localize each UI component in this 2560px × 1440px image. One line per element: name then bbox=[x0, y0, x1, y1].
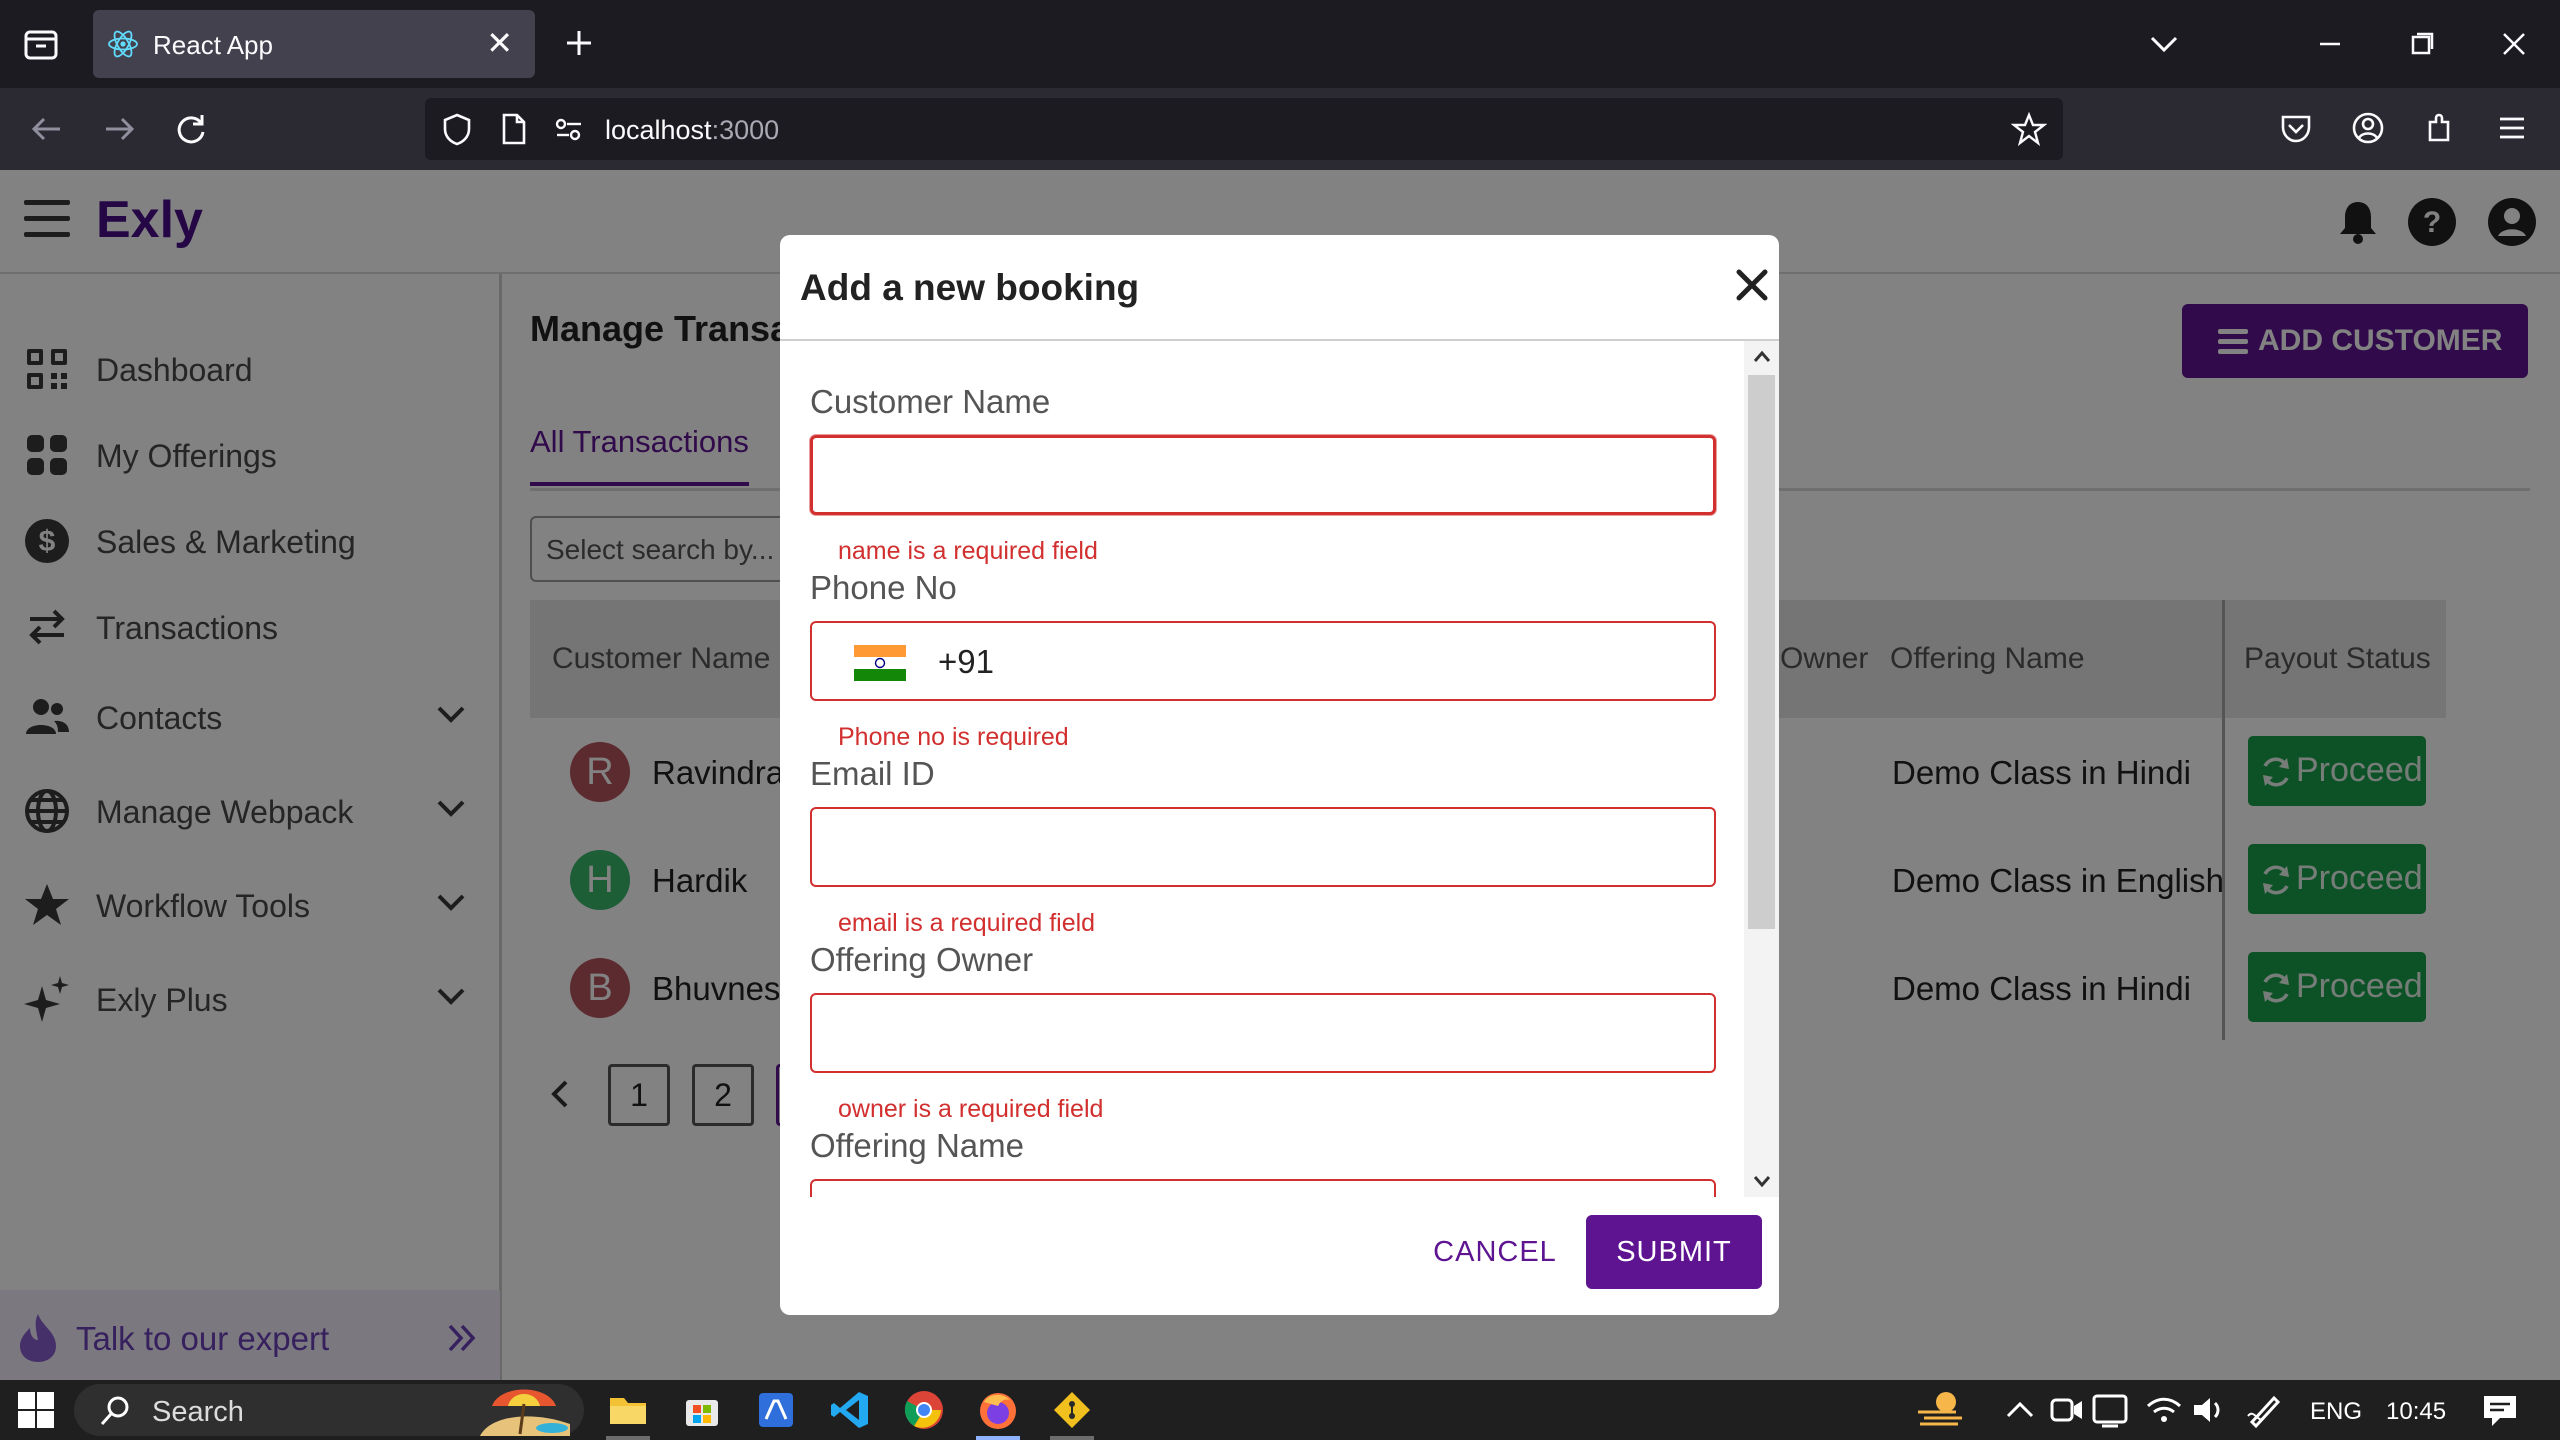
forward-arrow-icon[interactable] bbox=[98, 108, 140, 150]
bookmark-star-icon[interactable] bbox=[2010, 111, 2048, 147]
react-logo-icon bbox=[107, 28, 139, 60]
back-arrow-icon[interactable] bbox=[26, 108, 68, 150]
dialog-form: Customer Name name is a required field P… bbox=[780, 341, 1779, 1197]
search-icon bbox=[98, 1394, 132, 1428]
weather-icon[interactable] bbox=[1916, 1388, 1962, 1432]
browser-navigation-bar: localhost:3000 bbox=[0, 88, 2560, 170]
email-id-error: email is a required field bbox=[838, 909, 1096, 937]
taskbar-search-label: Search bbox=[152, 1396, 244, 1428]
tab-close-icon[interactable]: ✕ bbox=[486, 26, 513, 60]
volume-icon[interactable] bbox=[2188, 1388, 2232, 1432]
customer-name-input[interactable] bbox=[810, 435, 1716, 515]
list-all-tabs-icon[interactable] bbox=[2144, 26, 2184, 62]
windows-start-icon[interactable] bbox=[16, 1390, 56, 1430]
email-id-label: Email ID bbox=[810, 755, 935, 792]
scrollbar-thumb[interactable] bbox=[1748, 375, 1775, 929]
pocket-icon[interactable] bbox=[2276, 108, 2316, 148]
firefox-icon[interactable] bbox=[976, 1388, 1020, 1432]
pen-icon[interactable] bbox=[2244, 1388, 2288, 1432]
editor-app-icon[interactable] bbox=[754, 1388, 798, 1432]
offering-owner-input[interactable] bbox=[810, 993, 1716, 1073]
vscode-icon[interactable] bbox=[828, 1388, 872, 1432]
offering-name-input[interactable] bbox=[810, 1179, 1716, 1197]
offering-owner-label: Offering Owner bbox=[810, 941, 1034, 978]
india-flag-icon[interactable] bbox=[854, 645, 906, 681]
scroll-down-icon[interactable] bbox=[1750, 1169, 1774, 1193]
chevron-up-icon[interactable] bbox=[2000, 1388, 2044, 1432]
customer-name-error: name is a required field bbox=[838, 537, 1098, 565]
page-info-icon[interactable] bbox=[495, 111, 531, 147]
file-explorer-icon[interactable] bbox=[606, 1388, 650, 1432]
url-text[interactable]: localhost:3000 bbox=[605, 115, 779, 146]
clock-time[interactable]: 10:45 bbox=[2386, 1398, 2446, 1426]
git-app-icon[interactable] bbox=[1050, 1388, 1094, 1432]
phone-no-input[interactable]: +91 bbox=[810, 621, 1716, 701]
windows-taskbar: Search ENG 10:45 bbox=[0, 1380, 2560, 1440]
new-tab-icon[interactable] bbox=[558, 22, 600, 64]
notifications-icon[interactable] bbox=[2478, 1388, 2522, 1432]
phone-no-error: Phone no is required bbox=[838, 723, 1069, 751]
permissions-icon[interactable] bbox=[551, 111, 587, 147]
meet-now-icon[interactable] bbox=[2046, 1388, 2090, 1432]
phone-country-code: +91 bbox=[938, 643, 994, 680]
close-window-icon[interactable] bbox=[2494, 26, 2534, 62]
account-icon[interactable] bbox=[2348, 108, 2388, 148]
url-port: :3000 bbox=[711, 115, 780, 145]
extensions-icon[interactable] bbox=[2420, 108, 2460, 148]
offering-owner-error: owner is a required field bbox=[838, 1095, 1104, 1123]
reload-icon[interactable] bbox=[170, 108, 212, 150]
minimize-icon[interactable] bbox=[2310, 26, 2350, 62]
dialog-scrollbar[interactable] bbox=[1744, 341, 1779, 1197]
wifi-icon[interactable] bbox=[2144, 1388, 2188, 1432]
dialog-actions: CANCEL SUBMIT bbox=[780, 1197, 1779, 1315]
tab-overview-icon[interactable] bbox=[20, 24, 62, 64]
input-language[interactable]: ENG bbox=[2310, 1398, 2362, 1426]
chrome-icon[interactable] bbox=[902, 1388, 946, 1432]
taskbar-search[interactable]: Search bbox=[74, 1384, 584, 1436]
microsoft-store-icon[interactable] bbox=[680, 1388, 724, 1432]
address-bar[interactable]: localhost:3000 bbox=[425, 98, 2063, 160]
customer-name-label: Customer Name bbox=[810, 383, 1051, 420]
display-icon[interactable] bbox=[2090, 1388, 2134, 1432]
add-booking-dialog: Add a new booking Customer Name name is … bbox=[780, 235, 1779, 1315]
browser-tab-bar: React App ✕ bbox=[0, 0, 2560, 88]
scroll-up-icon[interactable] bbox=[1750, 345, 1774, 369]
phone-no-label: Phone No bbox=[810, 569, 957, 606]
cancel-button[interactable]: CANCEL bbox=[1420, 1215, 1570, 1289]
submit-button[interactable]: SUBMIT bbox=[1586, 1215, 1762, 1289]
restore-icon[interactable] bbox=[2402, 26, 2442, 62]
beach-umbrella-icon bbox=[470, 1380, 580, 1436]
email-id-input[interactable] bbox=[810, 807, 1716, 887]
close-icon[interactable] bbox=[1732, 265, 1772, 305]
offering-name-label: Offering Name bbox=[810, 1127, 1024, 1164]
url-host: localhost bbox=[605, 115, 712, 145]
app-menu-icon[interactable] bbox=[2492, 108, 2532, 148]
tab-title: React App bbox=[153, 30, 273, 60]
shield-icon[interactable] bbox=[439, 111, 475, 147]
browser-tab[interactable]: React App ✕ bbox=[93, 10, 535, 78]
dialog-title: Add a new booking bbox=[800, 267, 1140, 308]
